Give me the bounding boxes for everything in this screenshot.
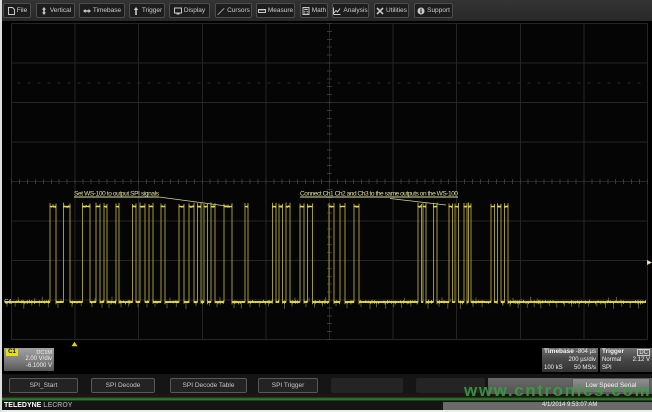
svg-text:C1: C1 [4,299,13,306]
svg-text:Set WS-100 to output SPI signa: Set WS-100 to output SPI signals [74,191,160,198]
svg-text:Connect Ch1 Ch2 and Ch3 to the: Connect Ch1 Ch2 and Ch3 to the same outp… [300,191,458,198]
